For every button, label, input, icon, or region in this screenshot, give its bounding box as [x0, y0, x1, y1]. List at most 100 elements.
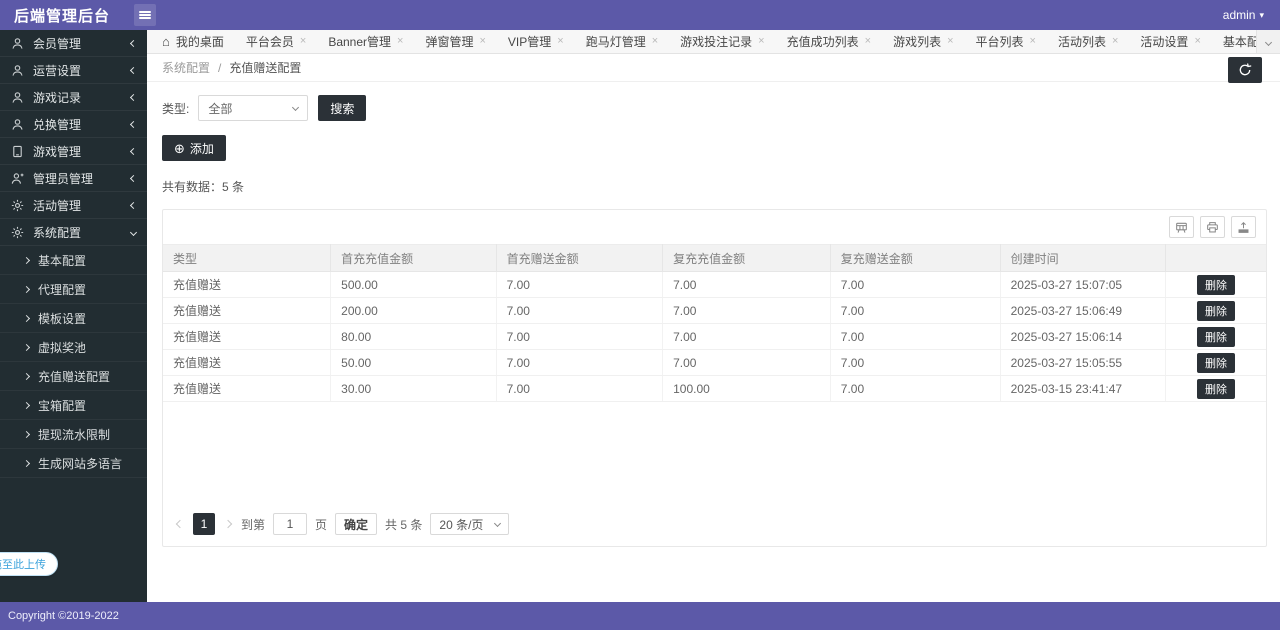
close-icon[interactable]: ×: [397, 36, 403, 47]
close-icon[interactable]: ×: [758, 36, 764, 47]
sidebar-subitem-recharge-gift-config[interactable]: 充值赠送配置: [0, 362, 147, 391]
tab-item[interactable]: 充值成功列表 ×: [776, 30, 882, 54]
refresh-button[interactable]: [1228, 57, 1262, 83]
sidebar-subitem-label: 虚拟奖池: [38, 339, 86, 356]
add-button[interactable]: ⊕ 添加: [162, 135, 226, 161]
chevron-down-icon: [1265, 38, 1272, 45]
sidebar-item-label: 运营设置: [33, 62, 81, 79]
cell-type: 充值赠送: [163, 272, 331, 298]
user-menu[interactable]: admin ▾: [1223, 8, 1264, 22]
goto-page-label: 到第: [241, 516, 265, 533]
tab-item[interactable]: VIP管理×: [497, 30, 575, 54]
delete-button[interactable]: 删除: [1197, 275, 1235, 295]
delete-button[interactable]: 删除: [1197, 301, 1235, 321]
type-select-value: 全部: [208, 100, 232, 117]
sidebar-item-operations[interactable]: 运营设置: [0, 57, 147, 84]
close-icon[interactable]: ×: [1112, 36, 1118, 47]
cell-created: 2025-03-27 15:06:49: [1000, 298, 1165, 324]
close-icon[interactable]: ×: [947, 36, 953, 47]
table-row: 充值赠送 200.00 7.00 7.00 7.00 2025-03-27 15…: [163, 298, 1266, 324]
chevron-right-icon: [23, 314, 30, 321]
delete-button[interactable]: 删除: [1197, 353, 1235, 373]
col-header-re-recharge: 复充充值金额: [663, 245, 831, 272]
sidebar-item-admins[interactable]: 管理员管理: [0, 165, 147, 192]
close-icon[interactable]: ×: [865, 36, 871, 47]
prev-page-button[interactable]: [175, 521, 185, 527]
tab-item[interactable]: 平台会员 ×: [235, 30, 317, 54]
next-page-button[interactable]: [223, 521, 233, 527]
chevron-down-icon: [292, 103, 299, 110]
cell-type: 充值赠送: [163, 376, 331, 402]
add-button-label: 添加: [190, 140, 214, 157]
tab-item[interactable]: 游戏列表×: [882, 30, 964, 54]
tab-item[interactable]: 活动设置×: [1129, 30, 1211, 54]
chevron-right-icon: [23, 285, 30, 292]
sidebar-item-members[interactable]: 会员管理: [0, 30, 147, 57]
export-button[interactable]: [1231, 216, 1256, 238]
tab-label: 平台会员: [246, 33, 294, 50]
breadcrumb: 系统配置 / 充值赠送配置: [147, 54, 1280, 82]
per-page-select[interactable]: 20 条/页: [430, 513, 509, 535]
cell-first-recharge: 500.00: [331, 272, 496, 298]
sidebar-item-games[interactable]: 游戏管理: [0, 138, 147, 165]
tab-label: 游戏投注记录: [680, 33, 752, 50]
per-page-value: 20 条/页: [439, 516, 483, 533]
breadcrumb-separator: /: [218, 61, 221, 75]
sidebar-item-system-config[interactable]: 系统配置: [0, 219, 147, 246]
printer-icon: [1206, 221, 1219, 234]
tab-item[interactable]: 跑马灯管理×: [575, 30, 669, 54]
sidebar-subitem-site-languages[interactable]: 生成网站多语言: [0, 449, 147, 478]
page-number-active[interactable]: 1: [193, 513, 215, 535]
confirm-page-button[interactable]: 确定: [335, 513, 377, 535]
tab-overflow-button[interactable]: [1256, 30, 1280, 54]
close-icon[interactable]: ×: [300, 36, 306, 47]
col-header-actions: [1166, 245, 1266, 272]
sidebar-toggle-button[interactable]: [134, 4, 156, 26]
main-area: ⌂ 我的桌面 平台会员 × Banner管理× 弹窗管理× VIP管理× 跑马灯管…: [147, 30, 1280, 602]
goto-page-input[interactable]: [273, 513, 307, 535]
user-icon: [11, 91, 25, 104]
sidebar-subitem-withdraw-flow-limit[interactable]: 提现流水限制: [0, 420, 147, 449]
tab-item[interactable]: 活动列表 ×: [1047, 30, 1129, 54]
tab-item[interactable]: 平台列表×: [965, 30, 1047, 54]
type-filter-label: 类型:: [162, 100, 189, 117]
close-icon[interactable]: ×: [1194, 36, 1200, 47]
total-items-label: 共 5 条: [385, 516, 422, 533]
type-select[interactable]: 全部: [198, 95, 308, 121]
breadcrumb-parent[interactable]: 系统配置: [162, 59, 210, 76]
close-icon[interactable]: ×: [1030, 36, 1036, 47]
sidebar-subitem-template-settings[interactable]: 模板设置: [0, 304, 147, 333]
cell-re-gift: 7.00: [830, 350, 1000, 376]
sidebar-subitem-treasure-config[interactable]: 宝箱配置: [0, 391, 147, 420]
print-button[interactable]: [1200, 216, 1225, 238]
close-icon[interactable]: ×: [652, 36, 658, 47]
sidebar-subitem-label: 模板设置: [38, 310, 86, 327]
sidebar-subitem-virtual-pool[interactable]: 虚拟奖池: [0, 333, 147, 362]
sidebar-item-exchange[interactable]: 兑换管理: [0, 111, 147, 138]
tab-item[interactable]: 弹窗管理×: [414, 30, 496, 54]
user-icon: [11, 118, 25, 131]
delete-button[interactable]: 删除: [1197, 379, 1235, 399]
search-button[interactable]: 搜索: [318, 95, 366, 121]
sidebar-subitem-basic-config[interactable]: 基本配置: [0, 246, 147, 275]
columns-filter-button[interactable]: [1169, 216, 1194, 238]
tab-home[interactable]: ⌂ 我的桌面: [151, 30, 235, 54]
delete-button[interactable]: 删除: [1197, 327, 1235, 347]
tab-label: 充值成功列表: [787, 33, 859, 50]
close-icon[interactable]: ×: [479, 36, 485, 47]
sidebar-item-game-records[interactable]: 游戏记录: [0, 84, 147, 111]
footer: Copyright ©2019-2022: [0, 602, 1280, 630]
cell-created: 2025-03-27 15:07:05: [1000, 272, 1165, 298]
table-toolbar: [163, 210, 1266, 244]
tab-item[interactable]: Banner管理×: [317, 30, 414, 54]
upload-drop-pill[interactable]: 拖至此上传: [0, 552, 58, 576]
tab-label: 活动列表: [1058, 33, 1106, 50]
sidebar-item-label: 系统配置: [33, 224, 81, 241]
close-icon[interactable]: ×: [557, 36, 563, 47]
sidebar-item-activities[interactable]: 活动管理: [0, 192, 147, 219]
cell-re-recharge: 7.00: [663, 324, 831, 350]
breadcrumb-current: 充值赠送配置: [229, 59, 301, 76]
tab-item[interactable]: 游戏投注记录 ×: [669, 30, 775, 54]
cell-first-gift: 7.00: [496, 324, 663, 350]
sidebar-subitem-agent-config[interactable]: 代理配置: [0, 275, 147, 304]
